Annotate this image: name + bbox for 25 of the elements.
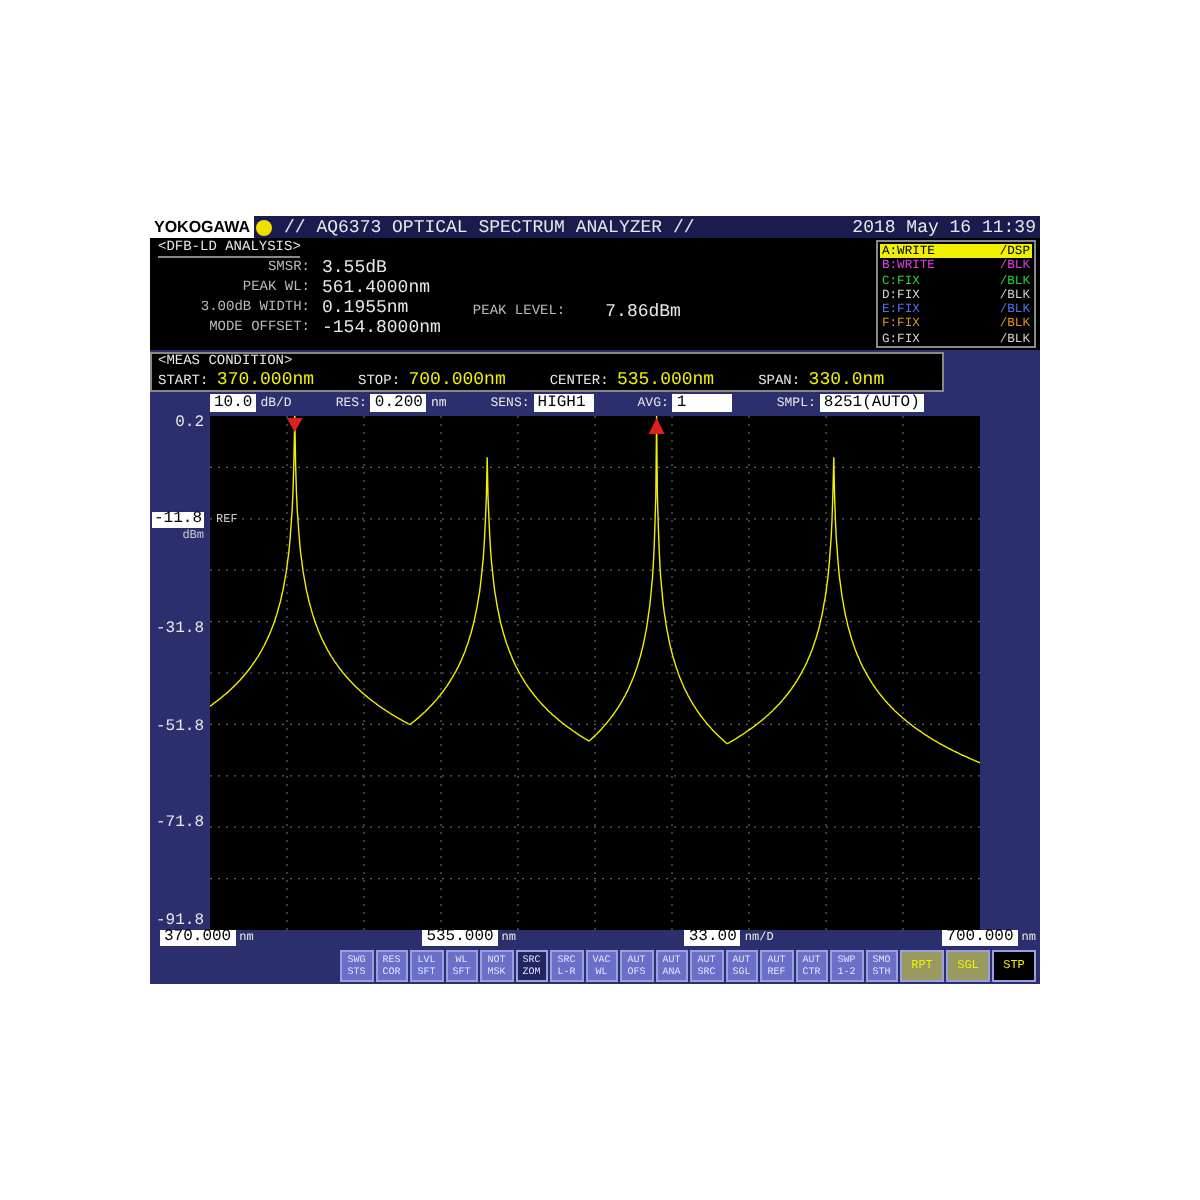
date-time: 2018 May 16 11:39 [852, 217, 1038, 237]
axis-tick-label: -71.8 [155, 816, 204, 833]
axis-value-field[interactable]: 700.000 [942, 929, 1018, 946]
setting-field[interactable]: 1 [672, 394, 733, 413]
axis-tick-label: 0.2 [175, 415, 204, 432]
setting-field[interactable]: 8251(AUTO) [819, 394, 924, 413]
peak-marker-icon [286, 417, 303, 432]
result-value: 561.4000nm [322, 278, 433, 298]
setting-field[interactable]: 0.200 [370, 394, 427, 413]
setting-field[interactable]: HIGH1 [533, 394, 594, 413]
instrument-title: // AQ6373 OPTICAL SPECTRUM ANALYZER // [284, 217, 695, 237]
result-value: 0.1955nm [322, 298, 411, 318]
result-value: -154.8000nm [322, 318, 441, 338]
scale-field[interactable]: 10.0 [210, 394, 257, 413]
axis-value-field[interactable]: 370.000 [160, 929, 236, 946]
result-value: 7.86dBm [605, 302, 681, 322]
axis-tick-label: -91.8 [155, 913, 204, 930]
brand-logo: YOKOGAWA [150, 216, 255, 238]
axis-tick-label: -51.8 [155, 719, 204, 736]
marker-icon [648, 417, 665, 434]
reference-level-field[interactable]: -11.8 [151, 512, 204, 529]
axis-tick-label: -31.8 [155, 622, 204, 639]
result-value: 3.55dB [322, 258, 389, 278]
axis-value-field[interactable]: 535.000 [422, 929, 498, 946]
status-dot-icon [256, 219, 273, 235]
